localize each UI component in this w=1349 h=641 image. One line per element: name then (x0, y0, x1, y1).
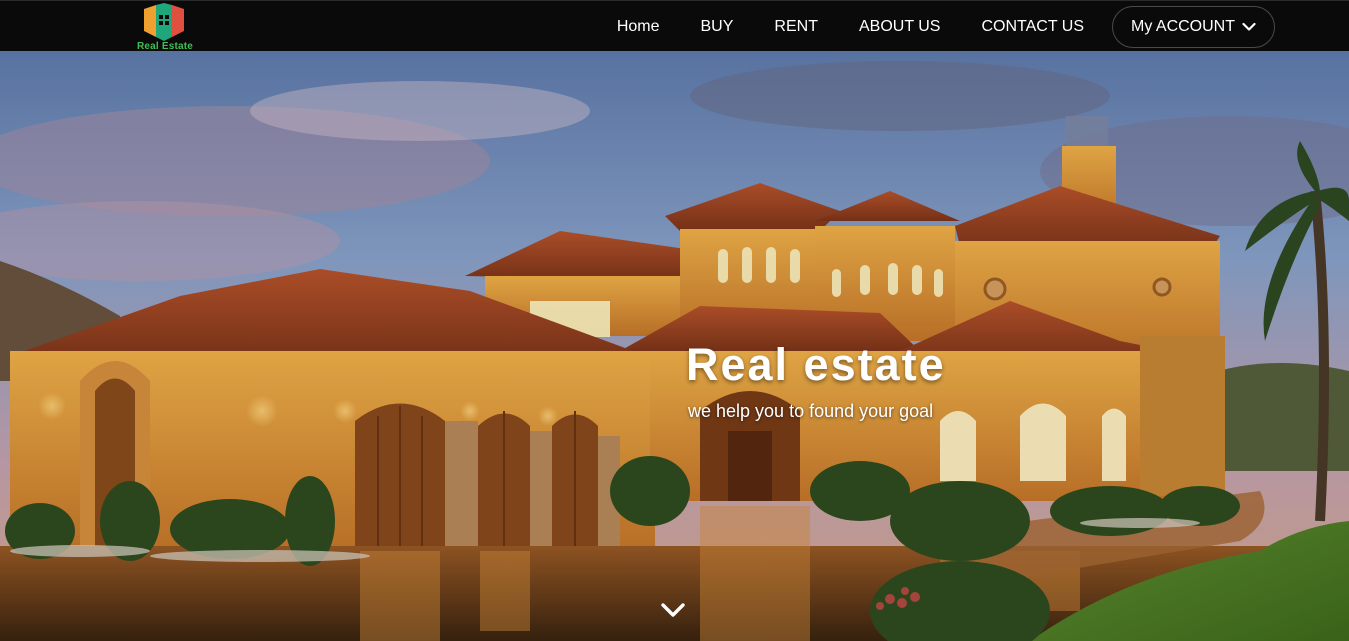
nav-link-home[interactable]: Home (617, 18, 660, 36)
chevron-down-icon (1242, 22, 1256, 31)
house-logo-icon (144, 3, 184, 41)
nav-link-buy[interactable]: BUY (701, 18, 734, 36)
my-account-label: My ACCOUNT (1131, 18, 1235, 35)
my-account-button[interactable]: My ACCOUNT (1112, 6, 1275, 48)
hero-background-image (0, 51, 1349, 641)
brand-name: Real Estate (136, 41, 194, 52)
hero-subtitle: we help you to found your goal (688, 401, 934, 421)
hero-banner: Real estate we help you to found your go… (0, 51, 1349, 641)
brand-logo[interactable]: Real Estate (128, 3, 202, 52)
scroll-down-button[interactable] (659, 599, 687, 623)
page: Real Estate Home BUY RENT ABOUT US CONTA… (0, 0, 1349, 641)
hero-title: Real estate (686, 339, 946, 390)
nav-link-about-us[interactable]: ABOUT US (859, 18, 941, 36)
nav-link-rent[interactable]: RENT (774, 18, 818, 36)
top-navbar: Real Estate Home BUY RENT ABOUT US CONTA… (0, 0, 1349, 52)
chevron-down-icon (661, 603, 685, 617)
nav-menu: Home BUY RENT ABOUT US CONTACT US My ACC… (617, 5, 1275, 49)
nav-link-contact-us[interactable]: CONTACT US (981, 18, 1084, 36)
